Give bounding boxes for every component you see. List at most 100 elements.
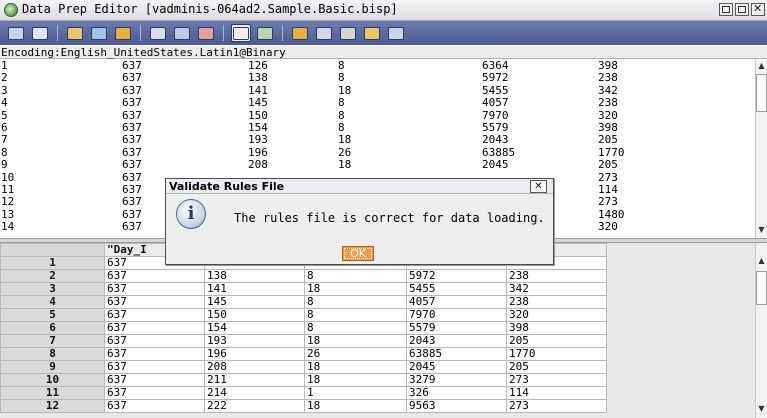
grid-cell[interactable]: 208 <box>204 360 305 374</box>
ok-button[interactable]: OK <box>342 246 374 261</box>
grid-cell[interactable]: 63885 <box>406 347 507 361</box>
grid-cell[interactable]: 196 <box>204 347 305 361</box>
grid-cell[interactable]: 18 <box>304 373 407 387</box>
grid-cell[interactable]: 320 <box>506 308 607 322</box>
grid-cell[interactable]: 1770 <box>506 347 607 361</box>
toolbar <box>0 21 767 45</box>
field-props-icon[interactable] <box>65 24 85 42</box>
grid-cell[interactable]: 5579 <box>406 321 507 335</box>
grid-cell[interactable]: 5972 <box>406 269 507 283</box>
dimension-build-icon[interactable] <box>113 24 133 42</box>
field-grid[interactable]: "Day_Iata* 16372637138859722383637141185… <box>0 243 607 413</box>
grid-cell[interactable]: 18 <box>304 282 407 296</box>
data-preview-cell: 8 <box>1 145 8 159</box>
grid-cell[interactable]: 8 <box>304 321 407 335</box>
data-preview-cell: 238 <box>598 96 618 110</box>
row-number: 12 <box>0 399 105 413</box>
grid-cell[interactable]: 637 <box>104 386 205 400</box>
row-number: 7 <box>0 334 105 348</box>
grid-cell[interactable]: 8 <box>304 269 407 283</box>
grid-cell[interactable]: 1 <box>304 386 407 400</box>
scrollbar-thumb[interactable] <box>756 74 767 112</box>
dim-build-fields-icon[interactable] <box>255 24 275 42</box>
grid-cell[interactable]: 637 <box>104 308 205 322</box>
grid-cell[interactable]: 193 <box>204 334 305 348</box>
grid-cell[interactable]: 26 <box>304 347 407 361</box>
grid-cell[interactable]: 154 <box>204 321 305 335</box>
grid-cell[interactable]: 637 <box>104 360 205 374</box>
grid-cell[interactable]: 637 <box>104 321 205 335</box>
grid-cell[interactable]: 637 <box>104 373 205 387</box>
sort-icon[interactable] <box>362 24 382 42</box>
associate-icon[interactable] <box>30 24 50 42</box>
data-load-fields-icon[interactable] <box>231 24 251 42</box>
grid-cell[interactable]: 211 <box>204 373 305 387</box>
data-preview-cell: 8 <box>338 121 345 134</box>
grid-cell[interactable]: 205 <box>506 334 607 348</box>
field-grid-scrollbar[interactable]: ▲ ▼ <box>755 243 767 418</box>
grid-cell[interactable]: 273 <box>506 399 607 413</box>
data-load-props-icon[interactable] <box>89 24 109 42</box>
scroll-down-icon[interactable]: ▼ <box>756 403 767 415</box>
grid-cell[interactable]: 398 <box>506 321 607 335</box>
join-fields-icon[interactable] <box>172 24 192 42</box>
scrollbar-thumb[interactable] <box>756 271 767 305</box>
grid-cell[interactable]: 9563 <box>406 399 507 413</box>
validate-icon[interactable] <box>386 24 406 42</box>
scroll-up-icon[interactable]: ▲ <box>756 255 767 267</box>
grid-cell[interactable]: 114 <box>506 386 607 400</box>
data-preview-scrollbar[interactable]: ▲ ▼ <box>755 60 767 238</box>
data-preview-cell: 637 <box>122 207 142 221</box>
grid-cell[interactable]: 637 <box>104 282 205 296</box>
grid-cell[interactable]: 18 <box>304 334 407 348</box>
data-preview-row: 7 637 193 18 2043 205 <box>0 134 755 146</box>
select-records-icon[interactable] <box>314 24 334 42</box>
grid-cell[interactable]: 238 <box>506 269 607 283</box>
create-field-icon[interactable] <box>290 24 310 42</box>
grid-cell[interactable]: 222 <box>204 399 305 413</box>
grid-cell[interactable]: 4057 <box>406 295 507 309</box>
grid-cell[interactable]: 7970 <box>406 308 507 322</box>
grid-cell[interactable]: 141 <box>204 282 305 296</box>
open-icon[interactable] <box>6 24 26 42</box>
data-preview-cell: 398 <box>598 121 618 134</box>
grid-cell[interactable]: 205 <box>506 360 607 374</box>
grid-cell[interactable]: 18 <box>304 360 407 374</box>
grid-cell[interactable]: 273 <box>506 373 607 387</box>
grid-cell[interactable]: 214 <box>204 386 305 400</box>
grid-cell[interactable]: 150 <box>204 308 305 322</box>
grid-cell[interactable]: 637 <box>104 347 205 361</box>
data-preview-row: 4 637 145 8 4057 238 <box>0 97 755 109</box>
maximize-icon[interactable] <box>735 3 749 16</box>
grid-cell[interactable]: 18 <box>304 399 407 413</box>
grid-cell[interactable]: 342 <box>506 282 607 296</box>
scroll-up-icon[interactable]: ▲ <box>756 60 767 72</box>
table-row: 7 637 193 18 2043 205 <box>0 334 607 348</box>
grid-cell[interactable]: 2043 <box>406 334 507 348</box>
row-number: 5 <box>0 308 105 322</box>
grid-cell[interactable]: 5455 <box>406 282 507 296</box>
grid-cell[interactable]: 3279 <box>406 373 507 387</box>
dialog-close-icon[interactable]: ✕ <box>530 180 547 193</box>
title-bar: Data Prep Editor [vadminis-064ad2.Sample… <box>0 0 767 21</box>
grid-cell[interactable]: 8 <box>304 295 407 309</box>
grid-cell[interactable]: 637 <box>104 295 205 309</box>
grid-cell[interactable]: 8 <box>304 308 407 322</box>
table-row: 2 637 138 8 5972 238 <box>0 269 607 283</box>
grid-cell[interactable]: 138 <box>204 269 305 283</box>
grid-cell[interactable]: 637 <box>104 399 205 413</box>
minimize-icon[interactable] <box>719 3 733 16</box>
grid-cell[interactable]: 145 <box>204 295 305 309</box>
close-icon[interactable] <box>751 2 765 16</box>
reject-records-icon[interactable] <box>338 24 358 42</box>
scroll-down-icon[interactable]: ▼ <box>756 224 767 236</box>
grid-cell[interactable]: 326 <box>406 386 507 400</box>
row-number: 6 <box>0 321 105 335</box>
data-preview-cell: 18 <box>338 133 352 147</box>
grid-cell[interactable]: 637 <box>104 334 205 348</box>
move-field-icon[interactable] <box>148 24 168 42</box>
split-field-icon[interactable] <box>196 24 216 42</box>
grid-cell[interactable]: 637 <box>104 269 205 283</box>
grid-cell[interactable]: 238 <box>506 295 607 309</box>
grid-cell[interactable]: 2045 <box>406 360 507 374</box>
